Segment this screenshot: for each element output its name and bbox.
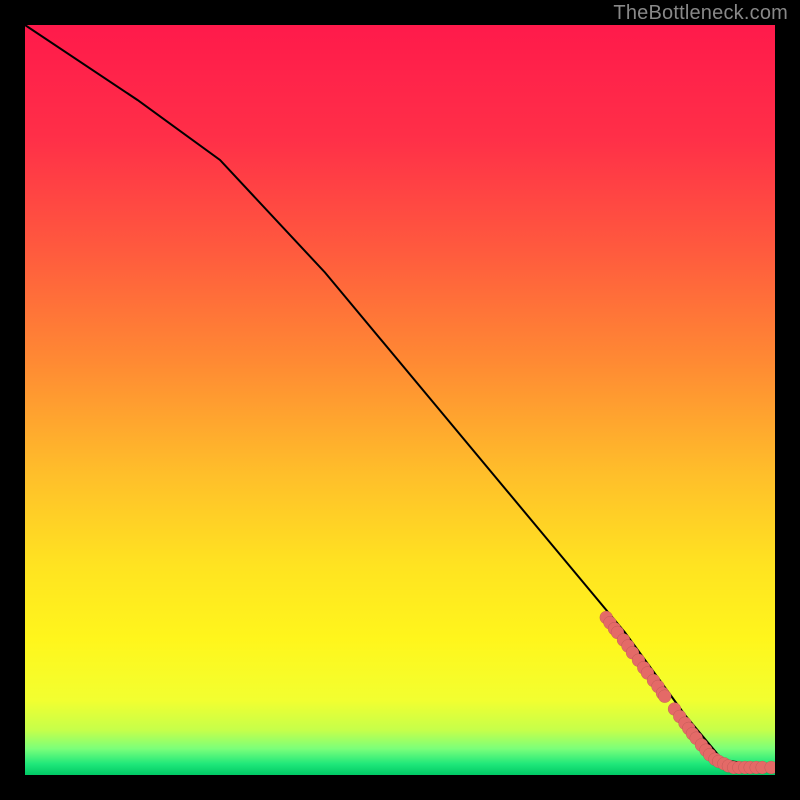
attribution-text: TheBottleneck.com xyxy=(613,2,788,25)
chart-stage: TheBottleneck.com xyxy=(0,0,800,800)
gradient-background xyxy=(25,25,775,775)
plot-area xyxy=(25,25,775,775)
scatter-point xyxy=(658,690,671,703)
plot-svg xyxy=(25,25,775,775)
scatter-point xyxy=(765,761,775,774)
